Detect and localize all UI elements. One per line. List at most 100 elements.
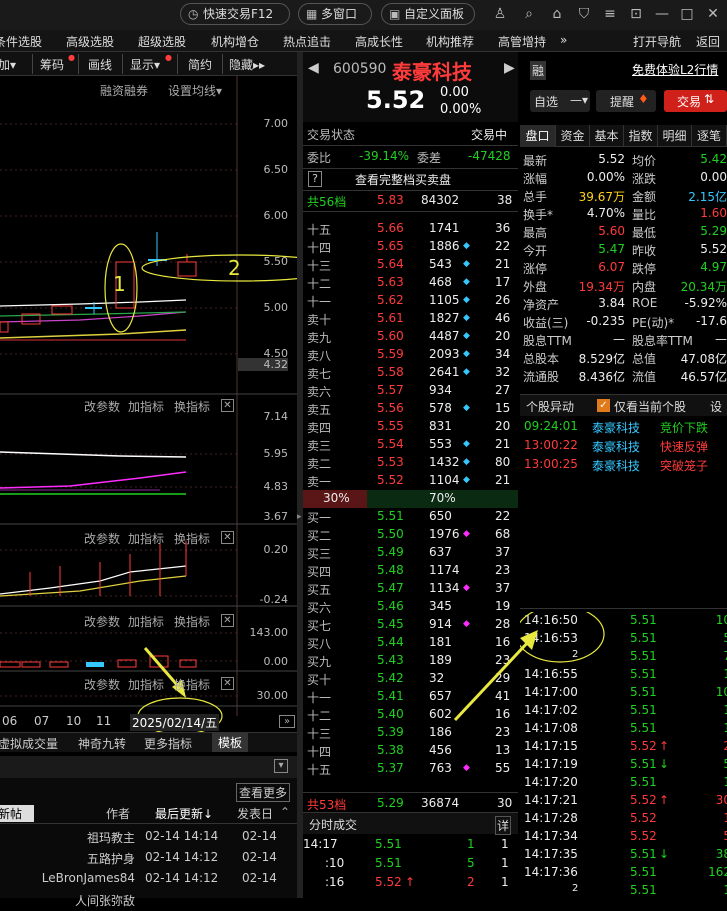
add-indicator-button[interactable]: 加指标: [128, 398, 164, 415]
ticks-detail-button[interactable]: 详: [495, 816, 512, 835]
switch-indicator-button[interactable]: 换指标: [174, 613, 210, 630]
close-panel-icon[interactable]: ✕: [221, 399, 234, 412]
sell-level-row[interactable]: 卖八 5.59 2093 ◆ 34: [303, 346, 518, 364]
buy-level-row[interactable]: 买二 5.50 1976 ◆ 68: [303, 526, 518, 544]
toolbar-item[interactable]: 画线: [88, 56, 112, 73]
toolbar-item[interactable]: 加▾: [0, 56, 16, 73]
events-checkbox-label[interactable]: 仅看当前个股: [614, 398, 686, 415]
user-icon[interactable]: ♙: [491, 5, 509, 23]
help-icon[interactable]: ?: [308, 171, 322, 187]
sell-level-row[interactable]: 十二 5.63 468 ◆ 17: [303, 274, 518, 292]
buy-level-row[interactable]: 买三 5.49 637 37: [303, 544, 518, 562]
events-settings-button[interactable]: 设: [710, 398, 722, 415]
buy-level-row[interactable]: 十三 5.39 186 23: [303, 724, 518, 742]
menu-item[interactable]: 机构推荐: [426, 33, 474, 50]
sell-level-row[interactable]: 卖六 5.57 934 27: [303, 382, 518, 400]
add-indicator-button[interactable]: 加指标: [128, 530, 164, 547]
event-row[interactable]: 13:00:25 泰豪科技 突破笼子: [520, 456, 727, 474]
sell-level-row[interactable]: 卖一 5.52 1104 ◆ 21: [303, 472, 518, 490]
buy-level-row[interactable]: 十二 5.40 602 16: [303, 706, 518, 724]
sell-level-row[interactable]: 卖九 5.60 4487 ◆ 20: [303, 328, 518, 346]
buy-level-row[interactable]: 买四 5.48 1174 23: [303, 562, 518, 580]
switch-indicator-button[interactable]: 换指标: [174, 676, 210, 693]
buy-level-row[interactable]: 十五 5.37 763 ◆ 55: [303, 760, 518, 778]
close-icon[interactable]: ✕: [704, 5, 722, 23]
menu-more[interactable]: »: [560, 33, 567, 47]
checkbox-checked-icon[interactable]: ✓: [597, 399, 610, 412]
buy-level-row[interactable]: 买六 5.46 345 19: [303, 598, 518, 616]
view-full-book-link[interactable]: 查看完整档买卖盘: [355, 171, 451, 188]
menu-item[interactable]: 条件选股: [0, 33, 42, 50]
buy-level-row[interactable]: 买一 5.51 650 22: [303, 508, 518, 526]
menu-item[interactable]: 超级选股: [138, 33, 186, 50]
sell-level-row[interactable]: 十一 5.62 1105 ◆ 26: [303, 292, 518, 310]
collapse-arrow-icon[interactable]: ▸: [297, 512, 302, 522]
menu-item[interactable]: 机构增仓: [211, 33, 259, 50]
sell-level-row[interactable]: 十三 5.64 543 ◆ 21: [303, 256, 518, 274]
sell-level-row[interactable]: 十五 5.66 1741 36: [303, 220, 518, 238]
trade-button[interactable]: 交易 ⇅: [664, 90, 727, 112]
new-post-button[interactable]: 新帖: [0, 805, 35, 822]
next-stock-icon[interactable]: ▶: [504, 60, 515, 76]
tab-basic[interactable]: 基本: [590, 125, 624, 147]
quick-trade-button[interactable]: ◷ 快速交易F12: [180, 3, 290, 25]
post-row[interactable]: LeBronJames84 02-14 14:12 02-14: [0, 870, 297, 890]
prev-stock-icon[interactable]: ◀: [308, 60, 319, 76]
tab-handicap[interactable]: 盘口: [520, 125, 556, 147]
tab-tick[interactable]: 逐笔: [692, 125, 727, 147]
kline-chart-panel[interactable]: 融资融券 设置均线▾ 7.00 6.50 6.00 5.50 5.00 4.50…: [0, 76, 297, 732]
custom-panel-button[interactable]: ▣ 自定义面板: [381, 3, 475, 25]
indicator-tab[interactable]: 更多指标: [144, 735, 192, 752]
buy-level-row[interactable]: 买七 5.45 914 ◆ 28: [303, 616, 518, 634]
menu-item[interactable]: 返回: [696, 33, 720, 50]
post-row[interactable]: 五路护身 02-14 14:12 02-14: [0, 849, 297, 869]
watchlist-button[interactable]: 自选 —▾: [530, 90, 590, 112]
buy-level-row[interactable]: 十四 5.38 456 13: [303, 742, 518, 760]
maximize-icon[interactable]: □: [678, 5, 696, 23]
menu-icon[interactable]: ≡: [601, 5, 619, 23]
menu-item[interactable]: 高级选股: [66, 33, 114, 50]
full-book-row[interactable]: ? 查看完整档买卖盘: [303, 169, 518, 191]
post-row[interactable]: 人间张弥敌: [0, 891, 297, 911]
indicator-tab[interactable]: 虚拟成交量: [0, 735, 58, 752]
change-params-button[interactable]: 改参数: [84, 676, 120, 693]
add-indicator-button[interactable]: 加指标: [128, 676, 164, 693]
menu-item[interactable]: 打开导航: [633, 33, 681, 50]
change-params-button[interactable]: 改参数: [84, 613, 120, 630]
toolbar-item[interactable]: 筹码: [40, 56, 64, 73]
template-tab[interactable]: 模板: [212, 733, 249, 752]
toolbar-item[interactable]: 隐藏▸▸: [229, 56, 265, 73]
column-header[interactable]: 作者: [106, 805, 130, 822]
sell-level-row[interactable]: 卖五 5.56 578 ◆ 15: [303, 400, 518, 418]
lock-icon[interactable]: ⊡: [627, 5, 645, 23]
post-row[interactable]: 祖玛教主 02-14 14:14 02-14: [0, 828, 297, 848]
menu-item[interactable]: 热点追击: [283, 33, 331, 50]
buy-level-row[interactable]: 买五 5.47 1134 ◆ 37: [303, 580, 518, 598]
close-panel-icon[interactable]: ✕: [221, 614, 234, 627]
collapse-icon[interactable]: ▾: [274, 759, 288, 773]
view-more-button[interactable]: 查看更多: [236, 783, 291, 802]
buy-level-row[interactable]: 买九 5.43 189 23: [303, 652, 518, 670]
tab-detail[interactable]: 明细: [658, 125, 692, 147]
event-row[interactable]: 09:24:01 泰豪科技 竞价下跌: [520, 418, 727, 436]
search-icon[interactable]: ⌕: [520, 5, 538, 23]
close-panel-icon[interactable]: ✕: [221, 531, 234, 544]
sell-level-row[interactable]: 十四 5.65 1886 ◆ 22: [303, 238, 518, 256]
event-row[interactable]: 13:00:22 泰豪科技 快速反弹: [520, 437, 727, 455]
sell-level-row[interactable]: 卖三 5.54 553 ◆ 21: [303, 436, 518, 454]
toolbar-item[interactable]: 显示▾: [130, 56, 160, 73]
shirt-icon[interactable]: ⛉: [575, 5, 593, 23]
home-icon[interactable]: ⌂: [548, 5, 566, 23]
buy-level-row[interactable]: 十一 5.41 657 41: [303, 688, 518, 706]
column-header[interactable]: 发表日: [237, 805, 273, 822]
change-params-button[interactable]: 改参数: [84, 398, 120, 415]
sell-level-row[interactable]: 卖二 5.53 1432 ◆ 80: [303, 454, 518, 472]
tab-funds[interactable]: 资金: [556, 125, 590, 147]
menu-item[interactable]: 高成长性: [355, 33, 403, 50]
tab-index[interactable]: 指数: [624, 125, 658, 147]
stock-name[interactable]: 泰豪科技: [392, 56, 472, 85]
multi-window-button[interactable]: ▦ 多窗口: [298, 3, 372, 25]
set-ma-dropdown[interactable]: 设置均线▾: [168, 82, 222, 99]
indicator-tab[interactable]: 神奇九转: [78, 735, 126, 752]
sell-level-row[interactable]: 卖十 5.61 1827 ◆ 46: [303, 310, 518, 328]
